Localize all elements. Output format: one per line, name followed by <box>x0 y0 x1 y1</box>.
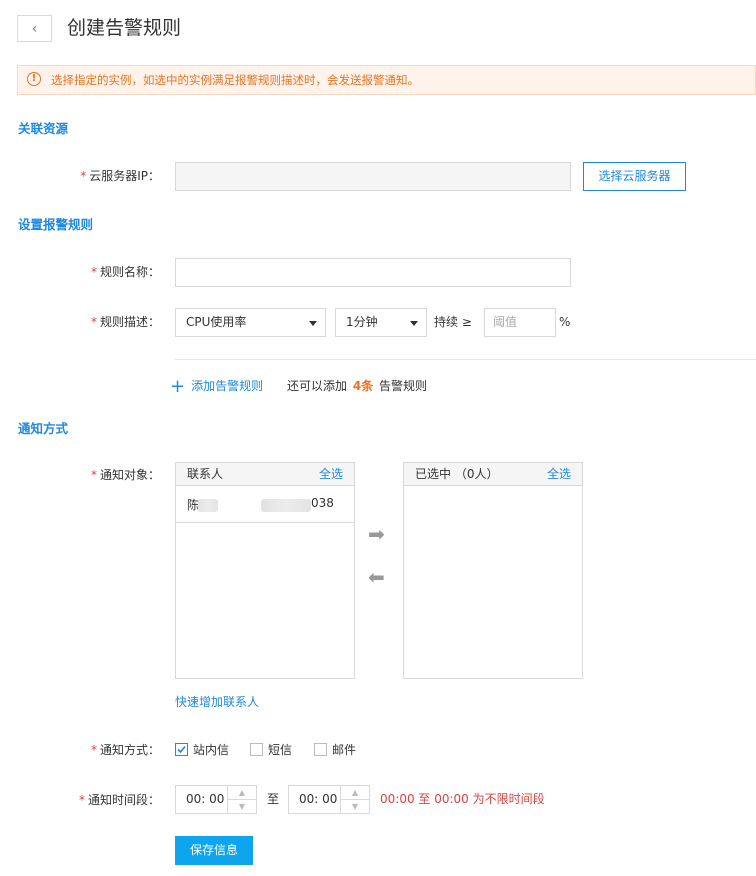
caret-down-icon <box>309 321 317 326</box>
increment-icon[interactable]: ▲ <box>340 786 369 800</box>
server-ip-label: * 云服务器IP： <box>0 162 160 190</box>
required-mark: * <box>80 169 87 183</box>
notify-target-label-text: 通知对象： <box>99 468 160 482</box>
add-rule-button[interactable]: + 添加告警规则 <box>170 376 263 397</box>
list-item[interactable]: 陈 038 <box>176 486 354 523</box>
selected-list-header: 已选中 （0人） 全选 <box>404 463 582 486</box>
divider <box>175 359 756 360</box>
end-time-spinner: ▲ ▼ <box>339 786 369 813</box>
plus-icon: + <box>170 376 186 397</box>
remaining-hint: 还可以添加 4条 告警规则 <box>287 376 427 396</box>
increment-icon[interactable]: ▲ <box>227 786 256 800</box>
move-left-icon[interactable]: ⬅ <box>368 567 385 587</box>
notify-method-label: * 通知方式： <box>0 736 160 764</box>
checkbox-unchecked-icon <box>314 743 327 756</box>
threshold-input[interactable]: 阈值 <box>484 308 556 337</box>
rule-desc-label: * 规则描述： <box>0 308 160 336</box>
contact-list: 联系人 全选 陈 038 <box>175 462 355 679</box>
selected-list-title: 已选中 （0人） <box>415 467 499 481</box>
page-title: 创建告警规则 <box>67 17 182 39</box>
rule-desc-label-text: 规则描述： <box>99 315 160 329</box>
checkbox-email[interactable]: 邮件 <box>314 741 356 758</box>
alert-text: 选择指定的实例，如选中的实例满足报警规则描述时，会发送报警通知。 <box>51 73 419 87</box>
decrement-icon[interactable]: ▼ <box>228 800 256 813</box>
duration-select[interactable]: 1分钟 <box>335 308 427 337</box>
server-ip-label-text: 云服务器IP： <box>89 169 160 183</box>
time-range-hint: 00:00 至 00:00 为不限时间段 <box>380 792 545 806</box>
end-time-stepper[interactable]: 00: 00 ▲ ▼ <box>288 785 370 814</box>
back-button[interactable]: ‹ <box>17 15 52 42</box>
section-title-resource: 关联资源 <box>18 121 69 136</box>
start-time-stepper[interactable]: 00: 00 ▲ ▼ <box>175 785 257 814</box>
chevron-left-icon: ‹ <box>31 20 38 37</box>
checkbox-unchecked-icon <box>250 743 263 756</box>
contact-list-title: 联系人 <box>187 467 224 481</box>
start-time-value: 00: 00 <box>186 792 225 806</box>
remaining-hint-prefix: 还可以添加 <box>287 379 348 393</box>
operator-text: 持续 ≥ <box>434 315 472 329</box>
contact-phone-suffix: 038 <box>311 496 334 510</box>
select-all-contacts-link[interactable]: 全选 <box>319 463 343 485</box>
rule-name-input[interactable] <box>175 258 571 287</box>
notify-method-label-text: 通知方式： <box>99 743 160 757</box>
required-mark: * <box>90 315 97 329</box>
quick-add-contact-link[interactable]: 快速增加联系人 <box>175 693 259 710</box>
rule-name-label: * 规则名称： <box>0 258 160 286</box>
time-range-separator: 至 <box>267 792 280 806</box>
section-title-notify: 通知方式 <box>18 421 69 436</box>
caret-down-icon <box>410 321 418 326</box>
required-mark: * <box>90 265 97 279</box>
duration-select-value: 1分钟 <box>346 315 378 329</box>
notify-time-label: * 通知时间段： <box>0 786 160 814</box>
notify-time-label-text: 通知时间段： <box>87 793 160 807</box>
metric-select-value: CPU使用率 <box>186 315 247 329</box>
metric-select[interactable]: CPU使用率 <box>175 308 326 337</box>
move-right-icon[interactable]: ➡ <box>368 524 385 544</box>
section-title-rules: 设置报警规则 <box>18 217 94 232</box>
warning-icon: ! <box>27 72 41 86</box>
checkbox-site-message[interactable]: 站内信 <box>175 741 229 758</box>
notify-target-label: * 通知对象： <box>0 461 160 489</box>
checkbox-label: 短信 <box>268 743 293 757</box>
redacted-name <box>198 499 218 512</box>
checkbox-checked-icon <box>175 743 188 756</box>
save-button[interactable]: 保存信息 <box>175 836 253 865</box>
redacted-phone <box>261 499 311 512</box>
server-ip-field[interactable] <box>175 162 571 191</box>
unit-text: % <box>559 315 571 329</box>
selected-list: 已选中 （0人） 全选 <box>403 462 583 679</box>
required-mark: * <box>78 793 85 807</box>
required-mark: * <box>90 743 97 757</box>
remaining-hint-suffix: 告警规则 <box>379 379 428 393</box>
info-alert: ! 选择指定的实例，如选中的实例满足报警规则描述时，会发送报警通知。 <box>17 65 756 95</box>
decrement-icon[interactable]: ▼ <box>341 800 369 813</box>
checkbox-sms[interactable]: 短信 <box>250 741 292 758</box>
end-time-value: 00: 00 <box>299 792 338 806</box>
contact-list-header: 联系人 全选 <box>176 463 354 486</box>
required-mark: * <box>90 468 97 482</box>
remaining-count: 4条 <box>352 379 374 393</box>
start-time-spinner: ▲ ▼ <box>226 786 256 813</box>
add-rule-label: 添加告警规则 <box>191 379 264 393</box>
rule-name-label-text: 规则名称： <box>99 265 160 279</box>
checkbox-label: 邮件 <box>332 743 357 757</box>
select-server-button[interactable]: 选择云服务器 <box>583 162 686 191</box>
checkbox-label: 站内信 <box>193 743 230 757</box>
select-all-selected-link[interactable]: 全选 <box>547 463 571 485</box>
